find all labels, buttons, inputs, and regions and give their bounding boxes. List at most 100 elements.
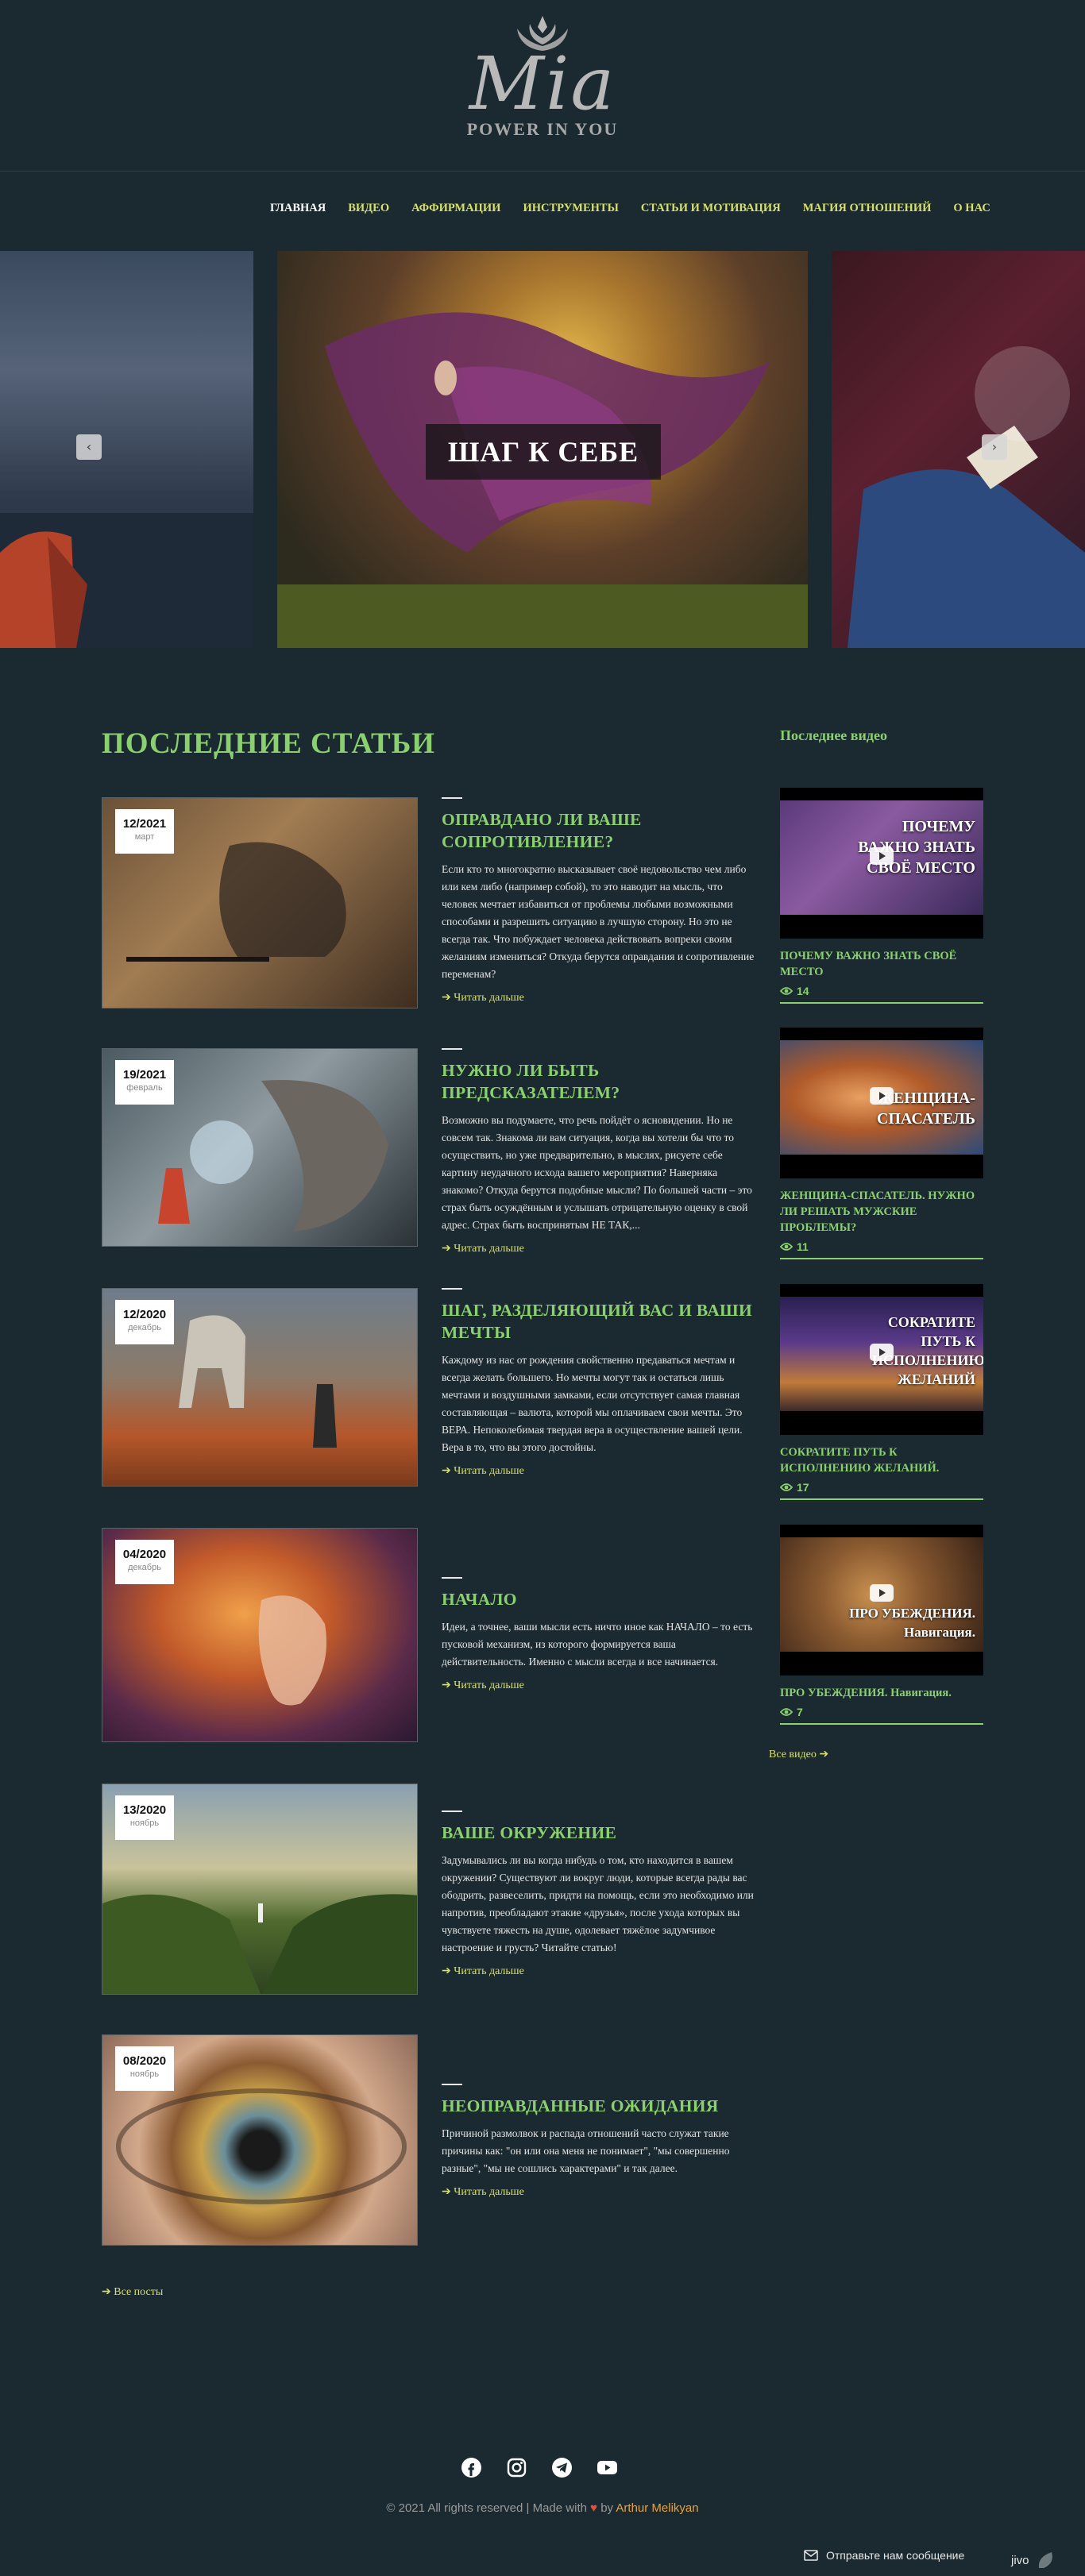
slide-next-image[interactable] [832, 251, 1085, 648]
jivo-chat-brand[interactable]: jivo [1011, 2551, 1056, 2571]
article-card: 04/2020 декабрь НАЧАЛО Идеи, а точнее, в… [102, 1528, 761, 1742]
eye-icon [780, 1243, 793, 1251]
chevron-right-icon: › [991, 439, 998, 454]
video-divider [780, 1723, 983, 1725]
article-image[interactable]: 19/2021 февраль [102, 1048, 418, 1247]
nav-relationships[interactable]: МАГИЯ ОТНОШЕНИЙ [803, 202, 932, 226]
article-image[interactable]: 08/2020 ноябрь [102, 2034, 418, 2246]
article-title[interactable]: НУЖНО ЛИ БЫТЬ ПРЕДСКАЗАТЕЛЕМ? [442, 1059, 759, 1104]
video-card: ПОЧЕМУ ВАЖНО ЗНАТЬ СВОЁ МЕСТО ПОЧЕМУ ВАЖ… [780, 788, 983, 1004]
all-videos-link[interactable]: Все видео ➔ [769, 1748, 828, 1761]
author-link[interactable]: Arthur Melikyan [616, 2501, 698, 2515]
read-more-link[interactable]: ➔ Читать дальше [442, 1679, 759, 1692]
nav-articles[interactable]: СТАТЬИ И МОТИВАЦИЯ [641, 202, 781, 226]
telegram-icon[interactable] [551, 2457, 573, 2478]
video-title[interactable]: ПОЧЕМУ ВАЖНО ЗНАТЬ СВОЁ МЕСТО [780, 948, 983, 980]
title-dash [442, 1048, 462, 1050]
article-title[interactable]: НАЧАЛО [442, 1588, 759, 1610]
date-day: 12/2020 [122, 1308, 167, 1321]
all-posts-link[interactable]: ➔ Все посты [102, 2285, 163, 2299]
arrow-right-icon: ➔ [816, 1749, 829, 1760]
nav-about[interactable]: О НАС [953, 202, 990, 226]
video-views: 17 [780, 1481, 983, 1494]
date-day: 12/2021 [122, 817, 167, 831]
play-icon [870, 1344, 894, 1361]
article-title[interactable]: ВАШЕ ОКРУЖЕНИЕ [442, 1822, 759, 1844]
video-divider [780, 1258, 983, 1259]
article-title[interactable]: ОПРАВДАНО ЛИ ВАШЕ СОПРОТИВЛЕНИЕ? [442, 808, 759, 853]
video-thumbnail[interactable]: ПОЧЕМУ ВАЖНО ЗНАТЬ СВОЁ МЕСТО [780, 788, 983, 939]
video-thumbnail[interactable]: ЖЕНЩИНА- СПАСАТЕЛЬ [780, 1028, 983, 1178]
date-day: 04/2020 [122, 1548, 167, 1561]
slider-prev-button[interactable]: ‹ [76, 434, 102, 460]
social-links [461, 2457, 618, 2478]
eye-icon [780, 1483, 793, 1491]
date-month: февраль [126, 1083, 163, 1093]
title-dash [442, 797, 462, 799]
article-card: 12/2020 декабрь ШАГ, РАЗДЕЛЯЮЩИЙ ВАС И В… [102, 1288, 761, 1487]
title-dash [442, 1811, 462, 1812]
read-more-link[interactable]: ➔ Читать дальше [442, 2185, 759, 2199]
logo-tagline: POWER IN YOU [466, 119, 619, 139]
nav-video[interactable]: ВИДЕО [348, 202, 389, 226]
video-thumb-caption: ПРО УБЕЖДЕНИЯ. Навигация. [849, 1606, 975, 1640]
video-thumb-caption: ПОЧЕМУ ВАЖНО ЗНАТЬ СВОЁ МЕСТО [858, 818, 975, 877]
nav-tools[interactable]: ИНСТРУМЕНТЫ [523, 202, 618, 226]
arrow-right-icon: ➔ [442, 2186, 454, 2198]
article-title[interactable]: ШАГ, РАЗДЕЛЯЮЩИЙ ВАС И ВАШИ МЕЧТЫ [442, 1299, 759, 1344]
video-title[interactable]: ЖЕНЩИНА-СПАСАТЕЛЬ. НУЖНО ЛИ РЕШАТЬ МУЖСК… [780, 1188, 983, 1236]
article-excerpt: Идеи, а точнее, ваши мысли есть ничто ин… [442, 1621, 753, 1668]
article-image[interactable]: 13/2020 ноябрь [102, 1784, 418, 1995]
article-excerpt: Возможно вы подумаете, что речь пойдёт о… [442, 1114, 752, 1231]
articles-heading: ПОСЛЕДНИЕ СТАТЬИ [102, 727, 435, 760]
nav-home[interactable]: ГЛАВНАЯ [270, 202, 326, 226]
article-card: 13/2020 ноябрь ВАШЕ ОКРУЖЕНИЕ Задумывали… [102, 1784, 761, 1995]
leaf-icon [1038, 2552, 1052, 2568]
article-excerpt: Каждому из нас от рождения свойственно п… [442, 1354, 743, 1453]
article-excerpt: Причиной размолвок и распада отношений ч… [442, 2127, 730, 2174]
youtube-icon[interactable] [597, 2457, 618, 2478]
read-more-link[interactable]: ➔ Читать дальше [442, 1464, 759, 1478]
date-day: 19/2021 [122, 1068, 167, 1082]
article-image[interactable]: 12/2020 декабрь [102, 1288, 418, 1487]
article-card: 12/2021 март ОПРАВДАНО ЛИ ВАШЕ СОПРОТИВЛ… [102, 797, 761, 1008]
nav-affirmations[interactable]: АФФИРМАЦИИ [411, 202, 500, 226]
read-more-link[interactable]: ➔ Читать дальше [442, 1242, 759, 1255]
date-month: ноябрь [129, 1818, 160, 1828]
article-body: ШАГ, РАЗДЕЛЯЮЩИЙ ВАС И ВАШИ МЕЧТЫ Каждом… [442, 1288, 759, 1478]
facebook-icon[interactable] [461, 2457, 482, 2478]
article-image[interactable]: 04/2020 декабрь [102, 1528, 418, 1742]
read-more-link[interactable]: ➔ Читать дальше [442, 1965, 759, 1978]
copyright: © 2021 All rights reserved | Made with ♥… [386, 2501, 699, 2515]
arrow-right-icon: ➔ [442, 1243, 454, 1255]
chat-widget-button[interactable]: Отправьте нам сообщение [804, 2549, 964, 2562]
video-views: 7 [780, 1706, 983, 1718]
video-title[interactable]: ПРО УБЕЖДЕНИЯ. Навигация. [780, 1685, 983, 1701]
play-icon [870, 847, 894, 865]
arrow-right-icon: ➔ [102, 2286, 114, 2298]
article-title[interactable]: НЕОПРАВДАННЫЕ ОЖИДАНИЯ [442, 2095, 759, 2117]
play-icon [870, 1584, 894, 1602]
instagram-icon[interactable] [506, 2457, 527, 2478]
play-icon [870, 1087, 894, 1105]
message-icon [804, 2550, 818, 2561]
video-thumbnail[interactable]: СОКРАТИТЕ ПУТЬ К ИСПОЛНЕНИЮ ЖЕЛАНИЙ [780, 1284, 983, 1435]
article-image[interactable]: 12/2021 март [102, 797, 418, 1008]
arrow-right-icon: ➔ [442, 1465, 454, 1477]
article-body: ВАШЕ ОКРУЖЕНИЕ Задумывались ли вы когда … [442, 1811, 759, 1978]
video-title[interactable]: СОКРАТИТЕ ПУТЬ К ИСПОЛНЕНИЮ ЖЕЛАНИЙ. [780, 1444, 983, 1476]
video-views: 14 [780, 985, 983, 997]
article-card: 08/2020 ноябрь НЕОПРАВДАННЫЕ ОЖИДАНИЯ Пр… [102, 2034, 761, 2246]
video-card: СОКРАТИТЕ ПУТЬ К ИСПОЛНЕНИЮ ЖЕЛАНИЙ СОКР… [780, 1284, 983, 1500]
article-body: НУЖНО ЛИ БЫТЬ ПРЕДСКАЗАТЕЛЕМ? Возможно в… [442, 1048, 759, 1255]
read-more-link[interactable]: ➔ Читать дальше [442, 991, 759, 1005]
slider-next-button[interactable]: › [982, 434, 1007, 460]
date-day: 13/2020 [122, 1803, 167, 1817]
logo-wordmark: Mia [469, 41, 616, 126]
date-month: ноябрь [129, 2069, 160, 2079]
slide-prev-image[interactable] [0, 251, 253, 648]
site-logo[interactable]: Mia POWER IN YOU [445, 14, 640, 161]
video-thumbnail[interactable]: ПРО УБЕЖДЕНИЯ. Навигация. [780, 1525, 983, 1676]
title-dash [442, 1577, 462, 1579]
date-badge: 12/2020 декабрь [115, 1300, 174, 1344]
